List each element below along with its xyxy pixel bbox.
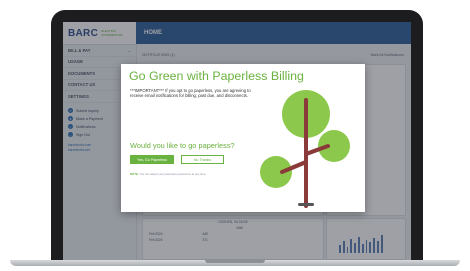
- tree-base: [298, 203, 314, 206]
- modal-question: Would you like to go paperless?: [130, 141, 235, 150]
- laptop-notch: [205, 260, 265, 263]
- note-prefix: NOTE:: [130, 172, 139, 176]
- tree-canopy-left: [260, 156, 292, 188]
- modal-body: ***IMPORTANT*** If you opt to go paperle…: [130, 88, 251, 99]
- note-text: You can adjust your paperless preference…: [139, 172, 207, 176]
- app-screen: BARC ELECTRIC COOPERATIVE BILL & PAY ⌄ U…: [63, 22, 411, 260]
- modal-title: Go Green with Paperless Billing: [129, 69, 304, 83]
- tree-illustration-icon: [260, 90, 350, 208]
- go-paperless-button[interactable]: Yes, Go Paperless: [130, 155, 174, 164]
- paperless-modal: Go Green with Paperless Billing ***IMPOR…: [121, 64, 365, 212]
- no-thanks-button[interactable]: No Thanks: [181, 155, 224, 164]
- modal-note: NOTE: You can adjust your paperless pref…: [130, 172, 206, 176]
